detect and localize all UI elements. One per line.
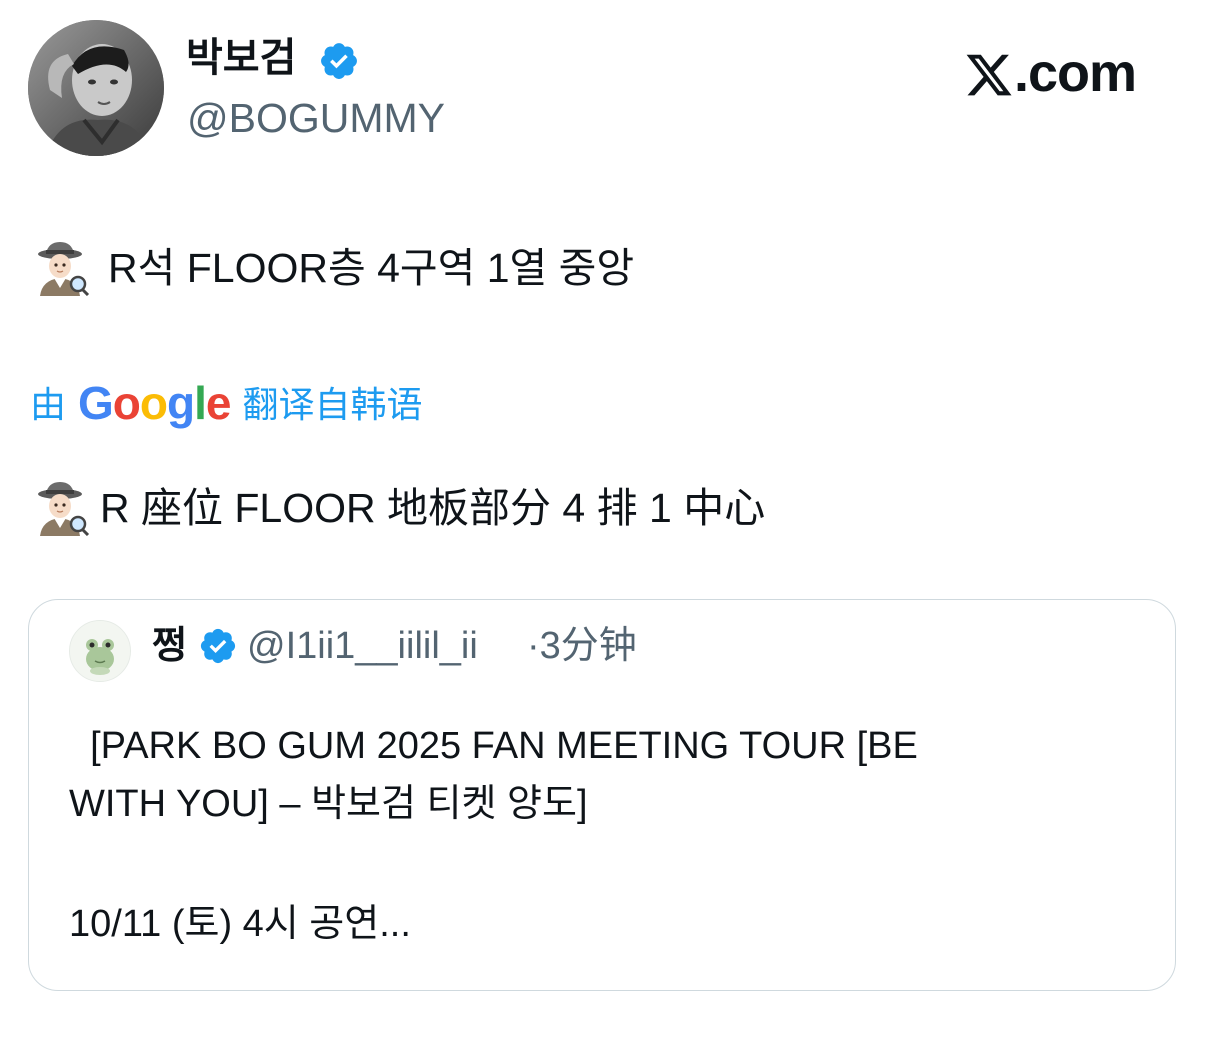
time-separator: · — [527, 625, 540, 667]
quoted-tweet-timestamp: 3分钟 — [539, 625, 637, 667]
quoted-author-handle[interactable]: @I1ii1__iilil_ii — [247, 622, 478, 670]
google-logo-letter: o — [139, 377, 168, 429]
quoted-tweet-card[interactable]: 쩡 @I1ii1__iilil_ii ·3分钟 [PARK BO GUM 202… — [28, 599, 1176, 991]
frog-avatar-icon — [70, 621, 130, 681]
author-display-name[interactable]: 박보검 — [186, 34, 296, 82]
quoted-author-avatar[interactable] — [69, 620, 131, 682]
tweet-text-line: R석 FLOOR층 4구역 1열 중앙 — [34, 240, 634, 296]
quoted-tweet-body-line: [PARK BO GUM 2025 FAN MEETING TOUR [BE — [69, 725, 918, 767]
google-logo: Google — [78, 377, 232, 429]
tweet-text: R석 FLOOR층 4구역 1열 중앙 — [108, 245, 635, 291]
translation-attribution[interactable]: 由 Google 翻译自韩语 — [30, 378, 423, 432]
verified-badge-icon — [321, 43, 357, 79]
author-avatar[interactable] — [28, 20, 164, 156]
verified-badge-icon — [200, 628, 236, 664]
translated-text: R 座位 FLOOR 地板部分 4 排 1 中心 — [100, 485, 766, 531]
google-logo-letter: g — [167, 377, 195, 429]
translated-text-line: R 座位 FLOOR 地板部分 4 排 1 中心 — [34, 480, 765, 536]
google-logo-letter: e — [205, 377, 232, 429]
google-logo-letter: l — [194, 377, 207, 429]
quoted-tweet-time[interactable]: ·3分钟 — [527, 622, 637, 670]
google-logo-letter: G — [78, 377, 114, 429]
translation-suffix: 翻译自韩语 — [242, 384, 423, 425]
author-handle[interactable]: @BOGUMMY — [187, 94, 445, 142]
profile-photo — [28, 20, 164, 156]
quoted-tweet-body-line: WITH YOU] – 박보검 티켓 양도] — [69, 783, 588, 825]
x-com-logo: .com — [964, 43, 1137, 103]
translation-prefix: 由 — [30, 384, 67, 425]
detective-emoji — [38, 242, 90, 296]
quoted-author-name[interactable]: 쩡 — [152, 622, 187, 670]
x-logo-icon — [966, 54, 1012, 96]
quoted-tweet-body-line: 10/11 (토) 4시 공연... — [69, 903, 411, 945]
google-logo-letter: o — [112, 377, 141, 429]
site-logo-text: .com — [1014, 43, 1137, 103]
detective-emoji — [38, 482, 90, 536]
